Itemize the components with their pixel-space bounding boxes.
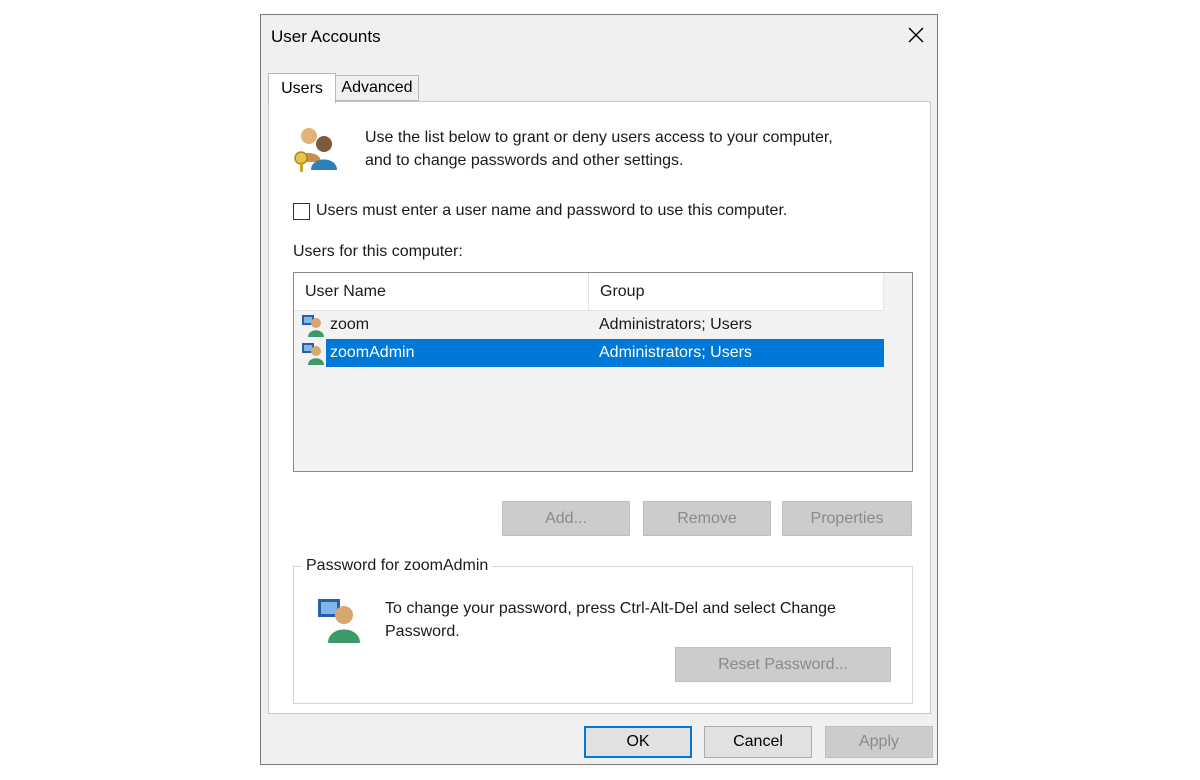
users-tab-panel: Use the list below to grant or deny user… [268,101,931,714]
intro-text: Use the list below to grant or deny user… [365,126,905,172]
users-list-label: Users for this computer: [293,243,463,260]
user-name-cell: zoomAdmin [330,344,415,361]
apply-button[interactable]: Apply [825,726,933,758]
users-icon [294,128,337,172]
cancel-button[interactable]: Cancel [704,726,812,758]
require-password-checkbox-row[interactable]: Users must enter a user name and passwor… [293,202,787,220]
user-name-cell: zoom [330,316,370,333]
user-group-cell: Administrators; Users [599,316,752,333]
reset-password-button[interactable]: Reset Password... [675,647,891,682]
require-password-checkbox[interactable] [293,202,310,220]
user-row-zoomadmin[interactable]: zoomAdmin Administrators; Users [294,339,884,367]
password-instructions-line-1: To change your password, press Ctrl-Alt-… [385,600,836,617]
intro-line-1: Use the list below to grant or deny user… [365,129,833,146]
user-icon [302,343,324,365]
column-header-user-name[interactable]: User Name [294,273,589,311]
intro-line-2: and to change passwords and other settin… [365,152,684,169]
add-button[interactable]: Add... [502,501,630,536]
user-icon [302,315,324,337]
password-instructions: To change your password, press Ctrl-Alt-… [385,597,895,643]
user-accounts-dialog: User Accounts Users Advanced Use the lis… [260,14,938,765]
user-group-cell: Administrators; Users [599,344,752,361]
close-icon [908,27,924,43]
properties-button[interactable]: Properties [782,501,912,536]
window-title: User Accounts [271,27,381,46]
listview-header: User Name Group [294,273,884,311]
user-row-zoom[interactable]: zoom Administrators; Users [294,311,884,339]
users-listview[interactable]: User Name Group zoom Administrators; Use… [293,272,913,472]
close-button[interactable] [901,21,931,49]
remove-button[interactable]: Remove [643,501,771,536]
password-group-title: Password for zoomAdmin [302,557,493,575]
require-password-label[interactable]: Users must enter a user name and passwor… [316,202,787,220]
ok-button[interactable]: OK [584,726,692,758]
tab-advanced[interactable]: Advanced [335,75,419,101]
column-header-group[interactable]: Group [589,273,884,311]
password-groupbox: Password for zoomAdmin To change your pa… [293,557,913,704]
user-password-icon [318,599,360,643]
password-instructions-line-2: Password. [385,623,460,640]
tab-users[interactable]: Users [268,73,336,103]
